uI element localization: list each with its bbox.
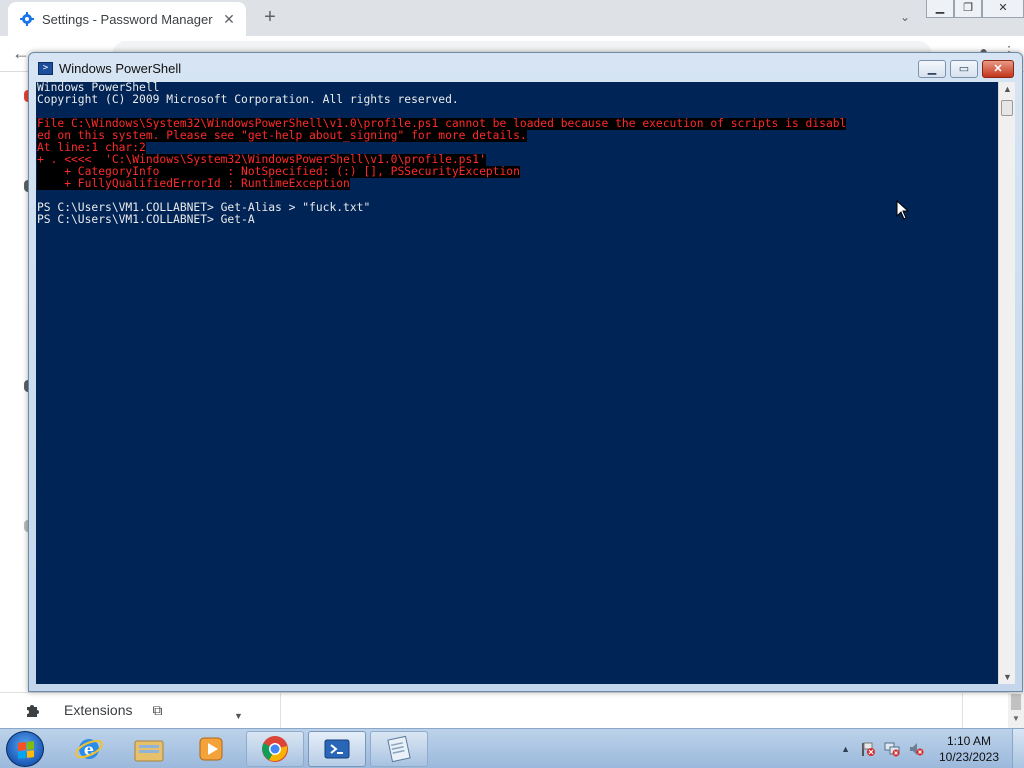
page-scrollbar-thumb[interactable]	[1011, 694, 1021, 710]
clock[interactable]: 1:10 AM 10/23/2023	[932, 733, 1006, 765]
notepad-icon	[387, 735, 411, 763]
close-button[interactable]: ✕	[982, 60, 1014, 78]
browser-minimize-button[interactable]: ▁	[926, 0, 954, 18]
powershell-window-controls: ▁ ▭ ✕	[918, 60, 1014, 78]
scroll-down-icon[interactable]: ▼	[1012, 714, 1020, 723]
console-scrollbar-thumb[interactable]	[1001, 100, 1013, 116]
folder-icon	[134, 740, 164, 762]
mouse-pointer-icon	[896, 200, 910, 220]
system-tray: ▲ 1:10 AM 10/23/2023	[841, 729, 1024, 768]
sidebar-scroll-down-icon[interactable]: ▼	[234, 711, 243, 721]
powershell-icon[interactable]: >	[38, 62, 53, 75]
window-title: Windows PowerShell	[59, 61, 182, 76]
taskbar: e ▲ 1:10 AM 10/23/2023	[0, 728, 1024, 768]
gear-icon	[20, 12, 34, 26]
divider	[280, 693, 281, 729]
new-tab-button[interactable]: +	[260, 5, 280, 29]
open-in-new-icon: ⧉	[152, 702, 163, 718]
powershell-icon	[324, 739, 350, 759]
minimize-button[interactable]: ▁	[918, 60, 946, 78]
console-output-line: Copyright (C) 2009 Microsoft Corporation…	[37, 93, 459, 106]
powershell-window: > Windows PowerShell ▁ ▭ ✕ Windows Power…	[28, 52, 1023, 692]
taskbar-notepad[interactable]	[370, 731, 428, 767]
scroll-up-icon[interactable]: ▲	[1003, 84, 1012, 94]
puzzle-icon	[24, 701, 42, 719]
network-icon[interactable]	[884, 741, 900, 757]
page-scrollbar[interactable]: ▼	[1008, 692, 1024, 728]
divider	[962, 693, 963, 729]
scroll-down-icon[interactable]: ▼	[1003, 672, 1012, 682]
maximize-button[interactable]: ▭	[950, 60, 978, 78]
powershell-titlebar[interactable]: > Windows PowerShell ▁ ▭ ✕	[29, 53, 1022, 83]
windows-logo-icon	[18, 741, 34, 759]
media-player-icon	[199, 737, 223, 761]
tab-settings-password-manager[interactable]: Settings - Password Manager ✕	[8, 2, 246, 36]
taskbar-windows-explorer[interactable]	[120, 731, 178, 767]
clock-time: 1:10 AM	[946, 734, 992, 748]
extensions-label: Extensions	[64, 702, 133, 718]
start-button[interactable]	[6, 731, 44, 767]
tab-close-icon[interactable]: ✕	[220, 10, 238, 28]
browser-window-controls: ▁ ❐ ✕	[926, 0, 1024, 18]
clock-date: 10/23/2023	[938, 750, 1000, 764]
action-center-flag-icon[interactable]	[860, 741, 876, 757]
show-hidden-icons-icon[interactable]: ▲	[841, 744, 850, 754]
console-scrollbar[interactable]: ▲ ▼	[998, 82, 1015, 684]
tab-search-icon[interactable]: ⌄	[896, 8, 914, 26]
settings-sidebar-strip	[0, 72, 32, 692]
console-error-line: + FullyQualifiedErrorId : RuntimeExcepti…	[37, 177, 350, 190]
taskbar-google-chrome[interactable]	[246, 731, 304, 767]
settings-sidebar-bottom: Extensions ⧉ ▼	[0, 692, 1024, 729]
internet-explorer-icon: e	[75, 739, 103, 759]
extensions-link[interactable]: Extensions ⧉	[24, 701, 170, 719]
show-desktop-button[interactable]	[1012, 729, 1024, 768]
browser-restore-button[interactable]: ❐	[954, 0, 982, 18]
browser-close-button[interactable]: ✕	[982, 0, 1024, 18]
tab-title: Settings - Password Manager	[42, 11, 213, 27]
browser-tab-strip: Settings - Password Manager ✕ + ⌄ ▁ ❐ ✕	[0, 0, 1024, 36]
volume-muted-icon[interactable]	[908, 741, 924, 757]
taskbar-powershell[interactable]	[308, 731, 366, 767]
chrome-icon	[262, 736, 288, 762]
console-output[interactable]: Windows PowerShell Copyright (C) 2009 Mic…	[36, 82, 998, 684]
taskbar-media-player[interactable]	[182, 731, 240, 767]
console-output-line: PS C:\Users\VM1.COLLABNET> Get-A	[37, 213, 255, 226]
taskbar-internet-explorer[interactable]: e	[60, 731, 118, 767]
